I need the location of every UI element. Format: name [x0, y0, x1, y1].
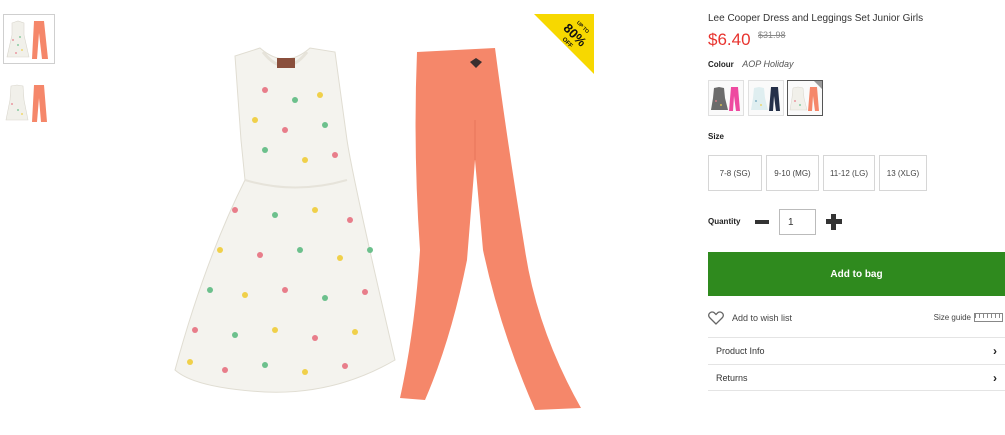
heart-icon — [708, 311, 724, 325]
discount-badge: UP TO 80% OFF — [534, 14, 594, 74]
accordion-label: Returns — [716, 372, 748, 383]
product-price: $6.40 — [708, 30, 751, 49]
thumbnail-dress-icon — [6, 20, 30, 58]
size-guide-label: Size guide — [933, 313, 971, 322]
size-option-7-8[interactable]: 7-8 (SG) — [708, 155, 762, 191]
dress-image — [174, 47, 396, 393]
colour-label: Colour — [708, 60, 734, 69]
colour-value: AOP Holiday — [742, 59, 794, 69]
product-title: Lee Cooper Dress and Leggings Set Junior… — [708, 13, 924, 24]
product-image — [95, 0, 595, 435]
accordion-returns[interactable]: Returns › — [708, 364, 1005, 391]
size-option-11-12[interactable]: 11-12 (LG) — [823, 155, 875, 191]
minus-icon — [755, 220, 769, 224]
size-label: Size — [708, 132, 725, 141]
quantity-label: Quantity — [708, 217, 741, 226]
wish-list-label: Add to wish list — [732, 313, 793, 323]
thumbnail-1[interactable] — [3, 14, 55, 64]
product-details-panel: Lee Cooper Dress and Leggings Set Junior… — [708, 0, 1005, 435]
add-to-wish-list-link[interactable]: Add to wish list — [708, 311, 792, 325]
quantity-decrease-button[interactable] — [753, 213, 771, 231]
leggings-image — [400, 48, 581, 410]
size-option-13[interactable]: 13 (XLG) — [879, 155, 927, 191]
was-price: $31.98 — [758, 30, 786, 40]
colour-row: Colour AOP Holiday — [708, 59, 793, 69]
thumbnail-2[interactable] — [3, 80, 55, 130]
ruler-icon — [974, 313, 1003, 322]
add-to-bag-button[interactable]: Add to bag — [708, 252, 1005, 296]
colour-swatch-2[interactable] — [748, 80, 784, 116]
size-guide-link[interactable]: Size guide — [934, 313, 1003, 322]
accordion-product-info[interactable]: Product Info › — [708, 337, 1005, 364]
colour-swatch-1[interactable] — [708, 80, 744, 116]
chevron-right-icon: › — [993, 370, 997, 385]
accordion-label: Product Info — [716, 346, 765, 356]
size-option-9-10[interactable]: 9-10 (MG) — [766, 155, 819, 191]
colour-swatch-3[interactable] — [787, 80, 823, 116]
quantity-input[interactable] — [779, 209, 816, 235]
quantity-increase-button[interactable] — [825, 213, 843, 231]
chevron-right-icon: › — [993, 344, 997, 358]
